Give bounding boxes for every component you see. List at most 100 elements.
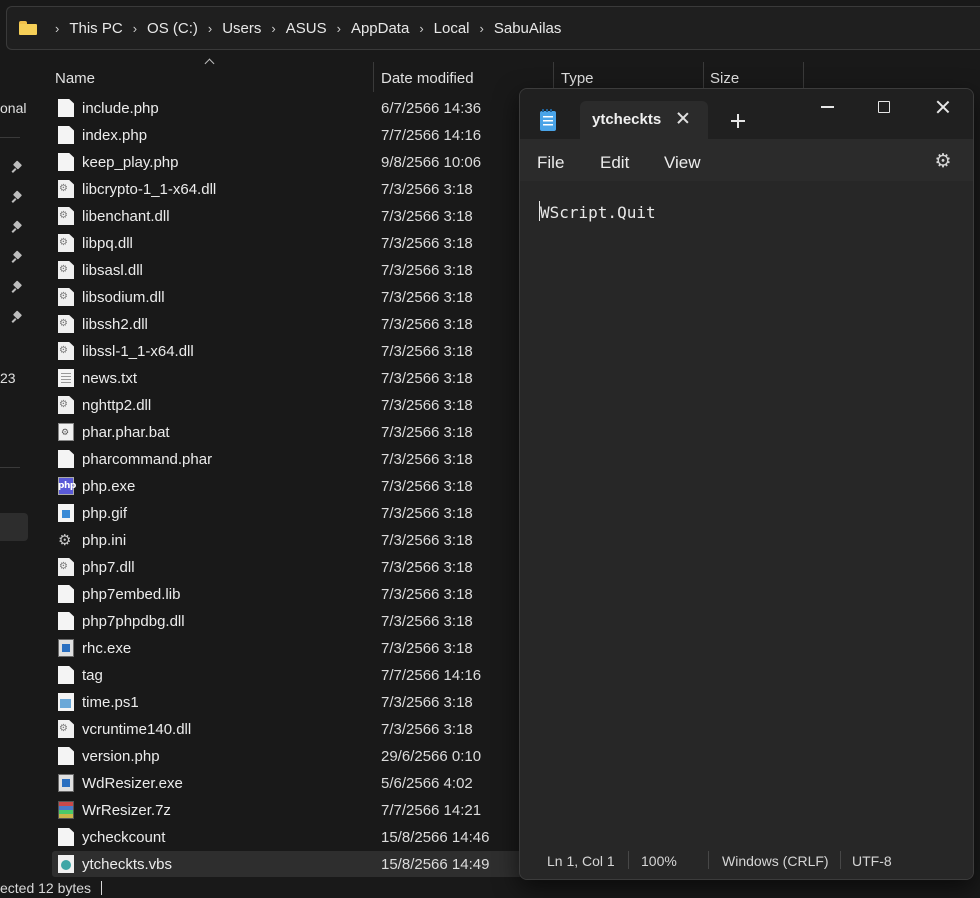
file-row[interactable]: version.php 29/6/2566 0:10 bbox=[52, 743, 522, 769]
notepad-text-area[interactable]: WScript.Quit bbox=[520, 181, 973, 831]
column-header-date-modified[interactable]: Date modified bbox=[381, 62, 474, 94]
status-divider bbox=[628, 851, 629, 869]
file-row[interactable]: vcruntime140.dll 7/3/2566 3:18 bbox=[52, 716, 522, 742]
file-date-modified: 5/6/2566 4:02 bbox=[381, 774, 473, 792]
chevron-right-icon[interactable]: › bbox=[55, 21, 59, 36]
breadcrumb-local[interactable]: Local bbox=[434, 20, 470, 37]
breadcrumb-appdata[interactable]: AppData bbox=[351, 20, 409, 37]
file-row[interactable]: ycheckcount 15/8/2566 14:46 bbox=[52, 824, 522, 850]
file-date-modified: 7/7/2566 14:16 bbox=[381, 126, 482, 144]
pin-icon[interactable] bbox=[12, 252, 23, 263]
file-row[interactable]: php.exe 7/3/2566 3:18 bbox=[52, 473, 522, 499]
file-row[interactable]: phar.phar.bat 7/3/2566 3:18 bbox=[52, 419, 522, 445]
file-row[interactable]: php.gif 7/3/2566 3:18 bbox=[52, 500, 522, 526]
file-row[interactable]: rhc.exe 7/3/2566 3:18 bbox=[52, 635, 522, 661]
pin-icon[interactable] bbox=[12, 282, 23, 293]
file-row[interactable]: news.txt 7/3/2566 3:18 bbox=[52, 365, 522, 391]
file-name: phar.phar.bat bbox=[82, 423, 170, 441]
file-date-modified: 7/3/2566 3:18 bbox=[381, 720, 473, 738]
file-row[interactable]: tag 7/7/2566 14:16 bbox=[52, 662, 522, 688]
file-row[interactable]: WdResizer.exe 5/6/2566 4:02 bbox=[52, 770, 522, 796]
file-row[interactable]: libcrypto-1_1-x64.dll 7/3/2566 3:18 bbox=[52, 176, 522, 202]
close-tab-icon[interactable] bbox=[675, 110, 691, 126]
file-row[interactable]: ytcheckts.vbs 15/8/2566 14:49 bbox=[52, 851, 522, 877]
file-row[interactable]: php7embed.lib 7/3/2566 3:18 bbox=[52, 581, 522, 607]
chevron-right-icon[interactable]: › bbox=[419, 21, 423, 36]
maximize-icon[interactable] bbox=[878, 101, 890, 113]
breadcrumb-asus[interactable]: ASUS bbox=[286, 20, 327, 37]
minimize-icon[interactable] bbox=[820, 99, 836, 115]
document-icon bbox=[58, 153, 74, 171]
pin-icon[interactable] bbox=[12, 192, 23, 203]
file-date-modified: 29/6/2566 0:10 bbox=[381, 747, 482, 765]
explorer-status-bar: ected 12 bytes bbox=[0, 880, 103, 896]
notepad-title-bar[interactable]: ytcheckts bbox=[520, 89, 973, 139]
file-name: WrResizer.7z bbox=[82, 801, 171, 819]
chevron-right-icon[interactable]: › bbox=[208, 21, 212, 36]
chevron-right-icon[interactable]: › bbox=[133, 21, 137, 36]
file-date-modified: 7/3/2566 3:18 bbox=[381, 315, 473, 333]
address-bar[interactable]: › This PC › OS (C:) › Users › ASUS › App… bbox=[6, 6, 980, 50]
notepad-tab[interactable]: ytcheckts bbox=[580, 101, 708, 139]
nav-divider bbox=[0, 467, 20, 468]
dll-icon bbox=[58, 207, 74, 225]
notepad-menu-bar: File Edit View ⚙ bbox=[520, 139, 973, 181]
file-name: pharcommand.phar bbox=[82, 450, 213, 468]
file-row[interactable]: libsodium.dll 7/3/2566 3:18 bbox=[52, 284, 522, 310]
pin-icon[interactable] bbox=[12, 162, 23, 173]
file-row[interactable]: WrResizer.7z 7/7/2566 14:21 bbox=[52, 797, 522, 823]
status-divider bbox=[708, 851, 709, 869]
gear-icon[interactable]: ⚙ bbox=[933, 151, 953, 171]
column-divider[interactable] bbox=[373, 62, 374, 92]
file-name: php7embed.lib bbox=[82, 585, 181, 603]
file-row[interactable]: include.php 6/7/2566 14:36 bbox=[52, 95, 522, 121]
file-row[interactable]: pharcommand.phar 7/3/2566 3:18 bbox=[52, 446, 522, 472]
file-date-modified: 7/3/2566 3:18 bbox=[381, 504, 473, 522]
file-name: libenchant.dll bbox=[82, 207, 170, 225]
encoding[interactable]: UTF-8 bbox=[852, 853, 892, 869]
chevron-right-icon[interactable]: › bbox=[480, 21, 484, 36]
file-row[interactable]: php7.dll 7/3/2566 3:18 bbox=[52, 554, 522, 580]
breadcrumb-users[interactable]: Users bbox=[222, 20, 261, 37]
nav-item-selected[interactable] bbox=[0, 513, 28, 541]
file-row[interactable]: libssh2.dll 7/3/2566 3:18 bbox=[52, 311, 522, 337]
breadcrumb-sabuailas[interactable]: SabuAilas bbox=[494, 20, 562, 37]
zoom-level[interactable]: 100% bbox=[641, 853, 677, 869]
nav-item-label[interactable]: 23 bbox=[0, 370, 16, 386]
file-date-modified: 7/3/2566 3:18 bbox=[381, 558, 473, 576]
file-date-modified: 7/3/2566 3:18 bbox=[381, 396, 473, 414]
breadcrumb-os-c[interactable]: OS (C:) bbox=[147, 20, 198, 37]
column-header-name[interactable]: Name bbox=[55, 62, 95, 94]
chevron-right-icon[interactable]: › bbox=[337, 21, 341, 36]
file-date-modified: 7/3/2566 3:18 bbox=[381, 585, 473, 603]
file-row[interactable]: php7phpdbg.dll 7/3/2566 3:18 bbox=[52, 608, 522, 634]
menu-edit[interactable]: Edit bbox=[600, 153, 629, 173]
close-window-icon[interactable] bbox=[935, 99, 951, 115]
breadcrumb-this-pc[interactable]: This PC bbox=[69, 20, 122, 37]
file-row[interactable]: keep_play.php 9/8/2566 10:06 bbox=[52, 149, 522, 175]
navigation-pane: onal 23 bbox=[0, 60, 30, 880]
cursor-position: Ln 1, Col 1 bbox=[547, 853, 615, 869]
pin-icon[interactable] bbox=[12, 312, 23, 323]
file-row[interactable]: libenchant.dll 7/3/2566 3:18 bbox=[52, 203, 522, 229]
nav-scrollbar[interactable] bbox=[36, 60, 40, 880]
nav-item-label[interactable]: onal bbox=[0, 100, 26, 116]
file-row[interactable]: libpq.dll 7/3/2566 3:18 bbox=[52, 230, 522, 256]
pin-icon[interactable] bbox=[12, 222, 23, 233]
menu-view[interactable]: View bbox=[664, 153, 701, 173]
file-row[interactable]: index.php 7/7/2566 14:16 bbox=[52, 122, 522, 148]
file-row[interactable]: libsasl.dll 7/3/2566 3:18 bbox=[52, 257, 522, 283]
file-row[interactable]: time.ps1 7/3/2566 3:18 bbox=[52, 689, 522, 715]
line-ending[interactable]: Windows (CRLF) bbox=[722, 853, 829, 869]
new-tab-icon[interactable] bbox=[730, 113, 746, 129]
file-row[interactable]: nghttp2.dll 7/3/2566 3:18 bbox=[52, 392, 522, 418]
file-name: libsasl.dll bbox=[82, 261, 143, 279]
notepad-app-icon bbox=[540, 109, 556, 131]
file-row[interactable]: libssl-1_1-x64.dll 7/3/2566 3:18 bbox=[52, 338, 522, 364]
folder-icon bbox=[19, 21, 37, 35]
file-row[interactable]: php.ini 7/3/2566 3:18 bbox=[52, 527, 522, 553]
file-name: time.ps1 bbox=[82, 693, 139, 711]
dll-icon bbox=[58, 315, 74, 333]
menu-file[interactable]: File bbox=[537, 153, 564, 173]
chevron-right-icon[interactable]: › bbox=[271, 21, 275, 36]
